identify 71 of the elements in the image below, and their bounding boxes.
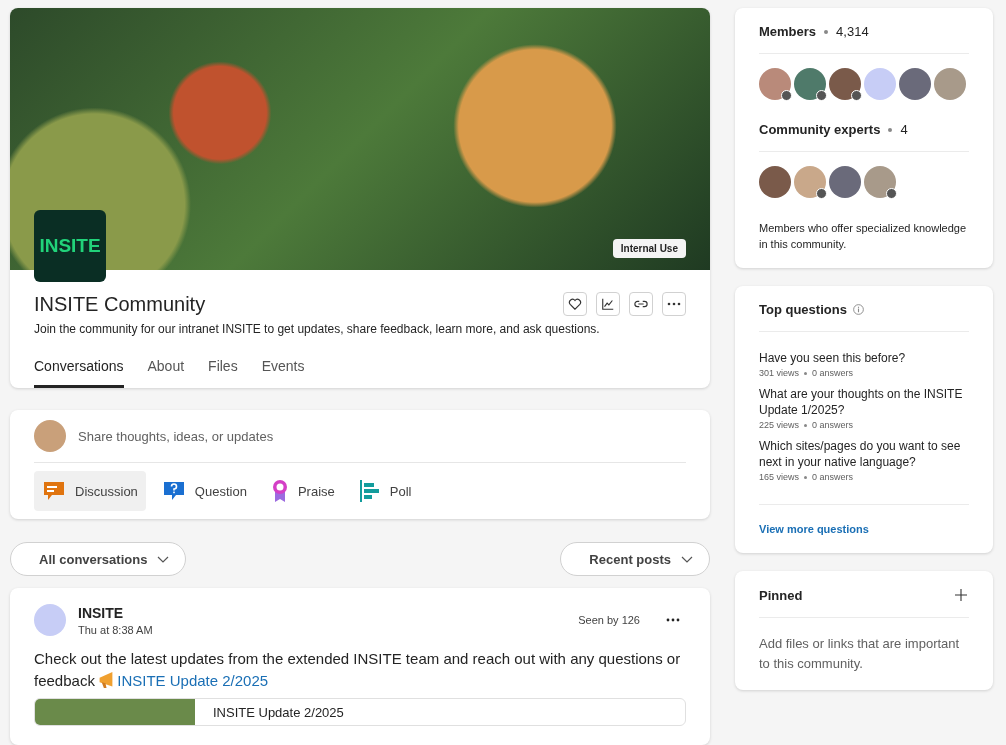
separator-dot xyxy=(804,475,808,479)
community-title: INSITE Community xyxy=(34,292,206,316)
community-logo: INSITE xyxy=(34,210,106,282)
question-bubble-icon xyxy=(161,480,186,502)
question-link[interactable]: What are your thoughts on the INSITE Update 1/2025? xyxy=(759,386,969,418)
separator-dot xyxy=(824,29,829,34)
preview-title: INSITE Update 2/2025 xyxy=(213,704,344,720)
tab[interactable]: Conversations xyxy=(34,352,124,388)
photo-avatar[interactable] xyxy=(759,68,791,100)
question-link[interactable]: Which sites/pages do you want to see next in your native language? xyxy=(759,438,969,470)
post-text: Check out the latest updates from the extended INSITE team and reach out with any questions or feedback INSITE Update 2/2025 xyxy=(34,649,682,691)
chart-icon xyxy=(601,297,615,311)
conversation-filter-dropdown[interactable]: All conversations xyxy=(10,542,187,576)
poll-icon xyxy=(358,479,381,503)
post-type-button[interactable]: Praise xyxy=(262,471,343,511)
more-icon xyxy=(666,618,680,622)
expert-count: 4 xyxy=(900,122,908,137)
avatar xyxy=(34,604,66,636)
view-more-link[interactable]: View more questions xyxy=(759,523,869,535)
link-preview-card[interactable]: INSITE Update 2/2025 xyxy=(34,698,686,726)
pinned-title: Pinned xyxy=(759,587,803,603)
plus-icon xyxy=(955,589,967,601)
pinned-note: Add files or links that are important to this community. xyxy=(759,635,961,673)
favorite-button[interactable] xyxy=(563,292,587,316)
post-type-button[interactable]: Discussion xyxy=(34,471,146,511)
chevron-down-icon xyxy=(681,555,693,563)
heart-icon xyxy=(568,297,582,311)
photo-avatar[interactable] xyxy=(794,68,826,100)
analytics-button[interactable] xyxy=(596,292,620,316)
chevron-down-icon xyxy=(157,555,170,563)
megaphone-icon xyxy=(99,672,114,688)
post-type-button[interactable]: Poll xyxy=(350,471,420,511)
tab[interactable]: Files xyxy=(208,352,238,388)
author-name: INSITE xyxy=(78,604,125,621)
sort-dropdown[interactable]: Recent posts xyxy=(560,542,710,576)
add-button[interactable] xyxy=(953,587,969,603)
info-icon xyxy=(852,304,864,315)
member-count: 4,314 xyxy=(836,24,869,39)
photo-avatar[interactable] xyxy=(794,166,826,198)
more-icon xyxy=(667,302,681,306)
seen-count: Seen by 126 xyxy=(578,614,640,626)
photo-avatar[interactable] xyxy=(864,166,896,198)
view-count: 225 views xyxy=(759,420,800,430)
top-questions-title: Top questions xyxy=(759,302,847,317)
answer-count: 0 answers xyxy=(812,472,854,482)
photo-avatar[interactable] xyxy=(759,166,791,198)
photo-avatar[interactable] xyxy=(829,68,861,100)
separator-dot xyxy=(888,127,893,132)
separator-dot xyxy=(804,423,808,427)
ribbon-icon xyxy=(270,479,289,503)
speech-bubble-icon xyxy=(42,480,66,502)
question-link[interactable]: Have you seen this before? xyxy=(759,350,969,366)
view-count: 301 views xyxy=(759,368,800,378)
experts-title: Community experts xyxy=(759,122,881,137)
community-description: Join the community for our intranet INSITE to get updates, share feedback, learn more, and ask questions. xyxy=(34,322,601,336)
photo-avatar[interactable] xyxy=(899,68,931,100)
tab[interactable]: About xyxy=(147,352,185,388)
internal-use-badge: Internal Use xyxy=(612,239,686,258)
experts-note: Members who offer specialized knowledge in this community. xyxy=(759,221,968,252)
separator-dot xyxy=(804,371,808,375)
avatar xyxy=(34,420,66,452)
view-count: 165 views xyxy=(759,472,800,482)
answer-count: 0 answers xyxy=(812,368,854,378)
photo-avatar[interactable] xyxy=(829,166,861,198)
answer-count: 0 answers xyxy=(812,420,854,430)
post-time: Thu at 8:38 AM xyxy=(78,623,154,636)
tab[interactable]: Events xyxy=(261,352,305,388)
members-title: Members xyxy=(759,24,817,39)
post-type-button[interactable]: Question xyxy=(153,471,255,511)
update-link[interactable]: INSITE Update 2/2025 xyxy=(117,672,269,689)
copy-link-button[interactable] xyxy=(629,292,653,316)
